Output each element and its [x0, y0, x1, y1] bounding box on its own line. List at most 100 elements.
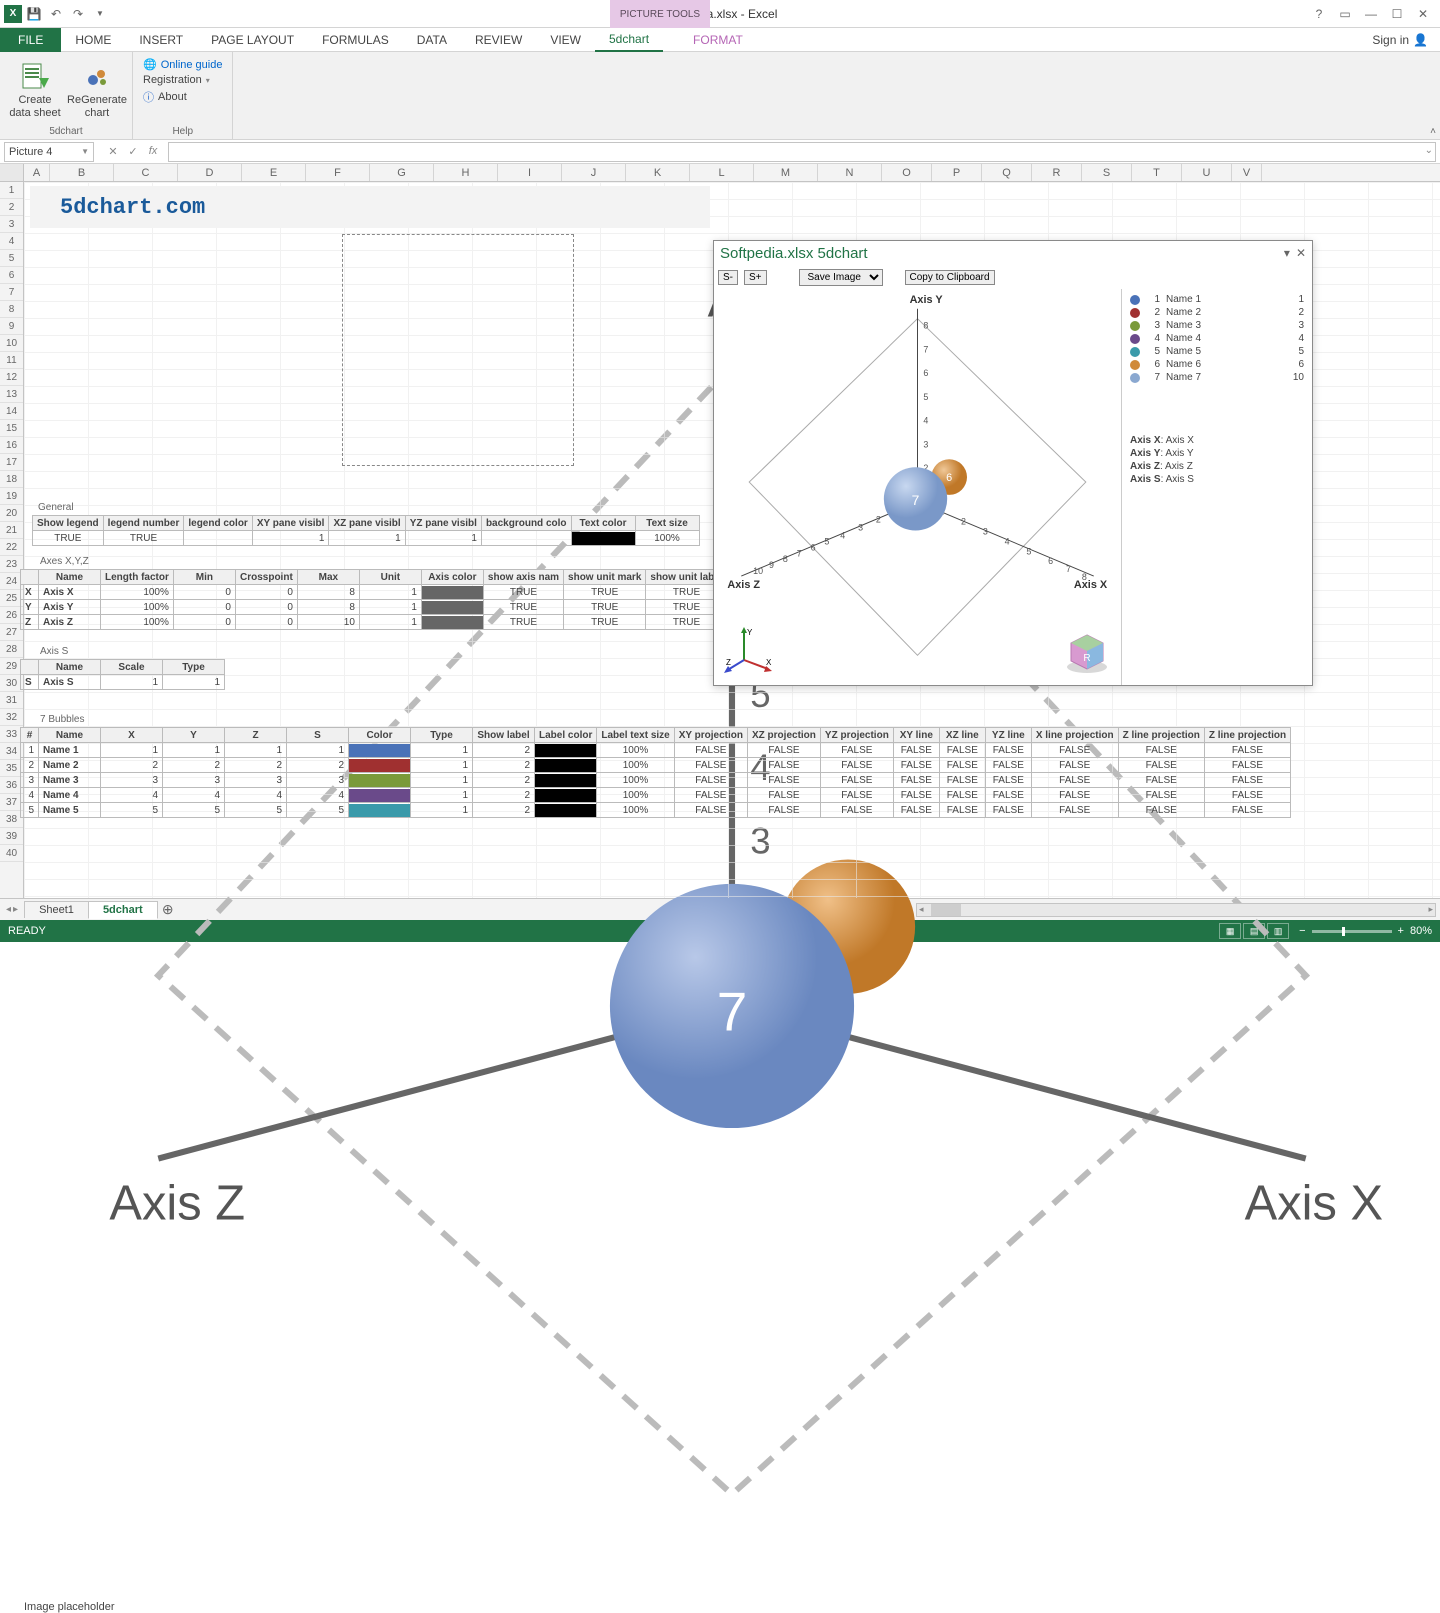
- copy-clipboard-button[interactable]: Copy to Clipboard: [905, 270, 995, 285]
- save-image-select[interactable]: Save Image: [799, 269, 883, 286]
- taskpane-close-icon[interactable]: ✕: [1296, 246, 1306, 260]
- row-header[interactable]: 5: [0, 250, 23, 267]
- registration-button[interactable]: Registration▾: [143, 74, 222, 86]
- zoom-slider[interactable]: [1312, 930, 1392, 933]
- legend-item: 6Name 66: [1130, 358, 1304, 371]
- col-header[interactable]: G: [370, 164, 434, 181]
- row-header[interactable]: 16: [0, 437, 23, 454]
- help-icon[interactable]: ?: [1308, 4, 1330, 24]
- col-header[interactable]: E: [242, 164, 306, 181]
- col-header[interactable]: H: [434, 164, 498, 181]
- col-header[interactable]: A: [24, 164, 50, 181]
- col-header[interactable]: I: [498, 164, 562, 181]
- taskpane-menu-icon[interactable]: ▾: [1284, 246, 1290, 260]
- qat-dropdown-icon[interactable]: ▼: [90, 4, 110, 24]
- col-header[interactable]: S: [1082, 164, 1132, 181]
- tab-home[interactable]: HOME: [61, 28, 125, 52]
- row-header[interactable]: 20: [0, 505, 23, 522]
- tab-format[interactable]: FORMAT: [679, 28, 757, 52]
- row-header[interactable]: 4: [0, 233, 23, 250]
- axis-s-table[interactable]: NameScaleTypeSAxis S11: [20, 659, 225, 690]
- row-header[interactable]: 13: [0, 386, 23, 403]
- nav-cube-icon[interactable]: R: [1063, 627, 1111, 675]
- cancel-formula-icon[interactable]: ✕: [104, 145, 122, 158]
- ribbon-options-icon[interactable]: ▭: [1334, 4, 1356, 24]
- row-header[interactable]: 3: [0, 216, 23, 233]
- col-header[interactable]: M: [754, 164, 818, 181]
- fx-icon[interactable]: fx: [144, 145, 162, 158]
- sign-in[interactable]: Sign in👤: [1372, 33, 1440, 47]
- general-table[interactable]: Show legendlegend numberlegend colorXY p…: [32, 515, 700, 546]
- col-header[interactable]: J: [562, 164, 626, 181]
- row-header[interactable]: 21: [0, 522, 23, 539]
- expand-formula-icon[interactable]: ⌄: [1425, 145, 1433, 156]
- row-header[interactable]: 9: [0, 318, 23, 335]
- col-header[interactable]: D: [178, 164, 242, 181]
- s-plus-button[interactable]: S+: [744, 270, 767, 285]
- col-header[interactable]: U: [1182, 164, 1232, 181]
- row-header[interactable]: 7: [0, 284, 23, 301]
- tab-page-layout[interactable]: PAGE LAYOUT: [197, 28, 308, 52]
- close-icon[interactable]: ✕: [1412, 4, 1434, 24]
- section-label-bubbles: 7 Bubbles: [20, 712, 1291, 727]
- row-header[interactable]: 10: [0, 335, 23, 352]
- row-header[interactable]: 14: [0, 403, 23, 420]
- tab-nav-last-icon[interactable]: ▸: [13, 904, 18, 915]
- minimize-icon[interactable]: —: [1360, 4, 1382, 24]
- online-guide-button[interactable]: 🌐Online guide: [143, 58, 222, 71]
- row-header[interactable]: 6: [0, 267, 23, 284]
- chevron-down-icon[interactable]: ▼: [81, 147, 89, 156]
- bubbles-table[interactable]: #NameXYZSColorTypeShow labelLabel colorL…: [20, 727, 1291, 818]
- s-minus-button[interactable]: S-: [718, 270, 738, 285]
- maximize-icon[interactable]: ☐: [1386, 4, 1408, 24]
- row-header[interactable]: 40: [0, 845, 23, 862]
- col-header[interactable]: P: [932, 164, 982, 181]
- tab-file[interactable]: FILE: [0, 28, 61, 52]
- select-all-corner[interactable]: [0, 164, 24, 181]
- col-header[interactable]: Q: [982, 164, 1032, 181]
- taskpane-5dchart: Softpedia.xlsx 5dchart ▾ ✕ S- S+ Save Im…: [713, 240, 1313, 686]
- save-icon[interactable]: 💾: [24, 4, 44, 24]
- tab-formulas[interactable]: FORMULAS: [308, 28, 403, 52]
- col-header[interactable]: F: [306, 164, 370, 181]
- tab-review[interactable]: REVIEW: [461, 28, 536, 52]
- axes-xyz-table[interactable]: NameLength factorMinCrosspointMaxUnitAxi…: [20, 569, 728, 630]
- col-header[interactable]: L: [690, 164, 754, 181]
- col-header[interactable]: C: [114, 164, 178, 181]
- row-header[interactable]: 39: [0, 828, 23, 845]
- tab-data[interactable]: DATA: [403, 28, 461, 52]
- row-header[interactable]: 31: [0, 692, 23, 709]
- chart-placeholder[interactable]: [342, 234, 574, 466]
- col-header[interactable]: V: [1232, 164, 1262, 181]
- row-header[interactable]: 11: [0, 352, 23, 369]
- enter-formula-icon[interactable]: ✓: [124, 145, 142, 158]
- row-header[interactable]: 17: [0, 454, 23, 471]
- row-header[interactable]: 19: [0, 488, 23, 505]
- col-header[interactable]: B: [50, 164, 114, 181]
- svg-text:8: 8: [923, 321, 928, 331]
- formula-bar[interactable]: ⌄: [168, 142, 1436, 162]
- row-header[interactable]: 2: [0, 199, 23, 216]
- row-header[interactable]: 18: [0, 471, 23, 488]
- tab-insert[interactable]: INSERT: [125, 28, 197, 52]
- col-header[interactable]: R: [1032, 164, 1082, 181]
- tab-5dchart[interactable]: 5dchart: [595, 28, 663, 52]
- col-header[interactable]: O: [882, 164, 932, 181]
- col-header[interactable]: K: [626, 164, 690, 181]
- tab-nav-first-icon[interactable]: ◂: [6, 904, 11, 915]
- about-button[interactable]: ⓘAbout: [143, 89, 222, 105]
- col-header[interactable]: T: [1132, 164, 1182, 181]
- undo-icon[interactable]: ↶: [46, 4, 66, 24]
- ribbon-collapse-icon[interactable]: ˄: [1430, 126, 1436, 137]
- tab-view[interactable]: VIEW: [536, 28, 595, 52]
- col-header[interactable]: N: [818, 164, 882, 181]
- row-header[interactable]: 1: [0, 182, 23, 199]
- regenerate-chart-button[interactable]: ReGenerate chart: [68, 56, 126, 124]
- create-data-sheet-button[interactable]: Create data sheet: [6, 56, 64, 124]
- taskpane-chart[interactable]: Axis Y Axis X Axis Z 876 543 21 123 456 …: [714, 289, 1122, 685]
- row-header[interactable]: 15: [0, 420, 23, 437]
- row-header[interactable]: 8: [0, 301, 23, 318]
- row-header[interactable]: 12: [0, 369, 23, 386]
- name-box[interactable]: Picture 4▼: [4, 142, 94, 162]
- redo-icon[interactable]: ↷: [68, 4, 88, 24]
